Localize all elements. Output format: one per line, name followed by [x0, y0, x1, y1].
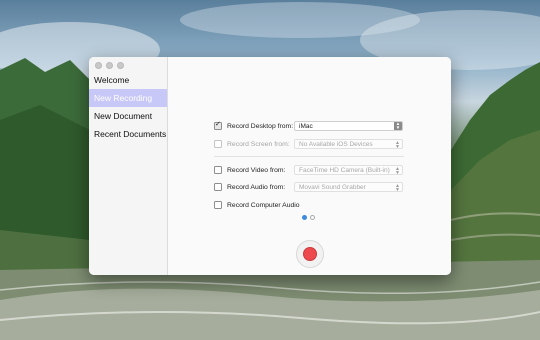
- select-arrows-icon: ▲ ▼: [395, 140, 400, 150]
- record-screen-label: Record Screen from:: [227, 140, 290, 148]
- record-icon: [303, 247, 317, 261]
- sidebar-item-welcome[interactable]: Welcome: [89, 71, 167, 89]
- record-audio-checkbox[interactable]: [214, 183, 222, 191]
- page-dot-2[interactable]: [310, 215, 315, 220]
- record-computer-audio-row: Record Computer Audio: [214, 199, 300, 211]
- record-desktop-label: Record Desktop from:: [227, 122, 294, 130]
- sidebar-item-recent-documents[interactable]: Recent Documents: [89, 125, 167, 143]
- record-desktop-checkbox[interactable]: [214, 120, 222, 130]
- record-computer-audio-label: Record Computer Audio: [227, 201, 300, 209]
- record-video-label: Record Video from:: [227, 166, 286, 174]
- record-screen-checkbox[interactable]: [214, 140, 222, 148]
- record-video-checkbox[interactable]: [214, 166, 222, 174]
- sidebar-item-new-document[interactable]: New Document: [89, 107, 167, 125]
- record-audio-select[interactable]: Movavi Sound Grabber ▲ ▼: [294, 182, 403, 193]
- select-arrows-icon: ▲ ▼: [395, 183, 400, 193]
- page-dot-1[interactable]: [302, 215, 307, 220]
- sidebar-nav: Welcome New Recording New Document Recen…: [89, 71, 167, 143]
- page-indicator: [302, 215, 315, 220]
- record-button[interactable]: [296, 240, 324, 268]
- record-video-row: Record Video from:: [214, 164, 299, 176]
- record-audio-value: Movavi Sound Grabber: [299, 184, 366, 191]
- minimize-button[interactable]: [106, 62, 113, 69]
- record-audio-row: Record Audio from:: [214, 181, 299, 193]
- record-screen-select[interactable]: No Available iOS Devices ▲ ▼: [294, 139, 403, 150]
- close-button[interactable]: [95, 62, 102, 69]
- select-arrows-icon: ▲ ▼: [394, 121, 402, 130]
- divider: [214, 156, 404, 157]
- sidebar-item-new-recording[interactable]: New Recording: [89, 89, 167, 107]
- app-window: Welcome New Recording New Document Recen…: [89, 57, 451, 275]
- select-arrows-icon: ▲ ▼: [395, 166, 400, 176]
- record-screen-row: Record Screen from:: [214, 138, 299, 150]
- recording-panel: Record Desktop from: iMac ▲▼ Record Scre…: [168, 57, 451, 275]
- record-desktop-value: iMac: [299, 123, 313, 130]
- record-screen-value: No Available iOS Devices: [299, 141, 373, 148]
- zoom-button[interactable]: [117, 62, 124, 69]
- sidebar: Welcome New Recording New Document Recen…: [89, 57, 168, 275]
- record-desktop-row: Record Desktop from:: [214, 120, 299, 132]
- record-video-value: FaceTime HD Camera (Built-in): [299, 167, 390, 174]
- record-video-select[interactable]: FaceTime HD Camera (Built-in) ▲ ▼: [294, 165, 403, 176]
- record-desktop-select[interactable]: iMac ▲ ▼: [294, 121, 403, 131]
- window-controls: [95, 62, 124, 69]
- record-audio-label: Record Audio from:: [227, 183, 286, 191]
- record-computer-audio-checkbox[interactable]: [214, 201, 222, 209]
